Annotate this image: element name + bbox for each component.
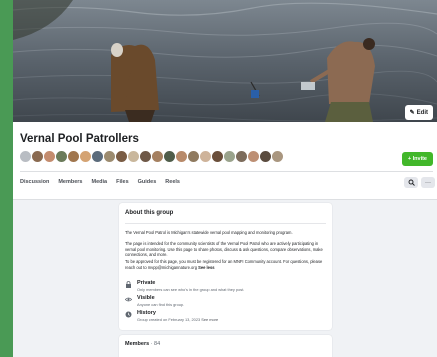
more-options-button[interactable]: ··· (421, 177, 435, 188)
privacy-info: Private Only members can see who's in th… (125, 280, 325, 292)
edit-cover-label: Edit (416, 109, 428, 116)
members-card: Members · 84 (119, 335, 332, 357)
invite-label: + Invite (407, 156, 427, 162)
privacy-description: Only members can see who's in the group … (137, 286, 245, 292)
more-icon: ··· (425, 179, 431, 186)
clock-icon (125, 311, 132, 318)
cover-photo: ✎ Edit (13, 0, 437, 122)
visibility-info: Visible Anyone can find this group. (125, 295, 325, 307)
about-paragraph-1: The Vernal Pool Patrol is Michigan's sta… (125, 230, 293, 235)
history-title: History (137, 310, 156, 316)
see-more-link[interactable]: See more (201, 317, 218, 322)
search-button[interactable] (404, 177, 418, 188)
about-paragraph-3-text: To be approved for this page, you must b… (125, 259, 323, 270)
members-heading[interactable]: Members · 84 (125, 341, 160, 347)
edit-cover-button[interactable]: ✎ Edit (404, 105, 433, 120)
privacy-title: Private (137, 280, 156, 286)
tab-files[interactable]: Files (116, 179, 129, 185)
group-title[interactable]: Vernal Pool Patrollers (20, 133, 139, 145)
eye-icon (125, 297, 132, 302)
tab-guides[interactable]: Guides (138, 179, 157, 185)
about-paragraph-2: The page is intended for the community s… (125, 241, 323, 258)
tab-members[interactable]: Members (58, 179, 82, 185)
members-count: 84 (154, 341, 161, 347)
group-header: Vernal Pool Patrollers + Invite Discussi… (13, 122, 437, 200)
member-avatars[interactable] (19, 150, 284, 164)
visibility-title: Visible (137, 295, 155, 301)
header-divider (20, 171, 433, 172)
about-paragraph-3: To be approved for this page, you must b… (125, 259, 327, 270)
history-created-text: Group created on February 13, 2023 (137, 316, 201, 322)
pencil-icon: ✎ (409, 110, 415, 116)
group-page: ✎ Edit Vernal Pool Patrollers + Invite D… (13, 0, 437, 357)
members-label: Members (125, 341, 150, 347)
about-card: About this group The Vernal Pool Patrol … (119, 203, 332, 330)
about-divider (125, 223, 326, 224)
about-heading: About this group (125, 210, 174, 216)
group-tabs: Discussion Members Media Files Guides Re… (20, 179, 180, 185)
see-less-link[interactable]: See less (198, 265, 214, 270)
history-description: Group created on February 13, 2023 See m… (137, 317, 218, 322)
tab-media[interactable]: Media (92, 179, 108, 185)
tab-discussion[interactable]: Discussion (20, 179, 49, 185)
invite-button[interactable]: + Invite (401, 152, 433, 166)
history-info: History Group created on February 13, 20… (125, 310, 325, 322)
lock-icon (126, 281, 131, 288)
visibility-description: Anyone can find this group. (137, 301, 185, 307)
search-icon (408, 179, 415, 186)
tab-reels[interactable]: Reels (165, 179, 180, 185)
member-avatar[interactable] (271, 150, 284, 163)
